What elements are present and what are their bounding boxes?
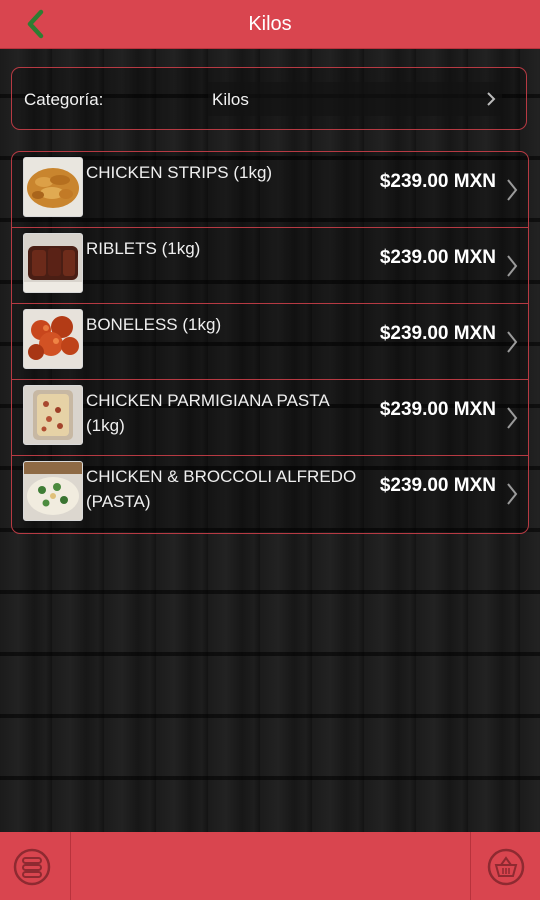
- product-row[interactable]: BONELESS (1kg) $239.00 MXN: [12, 304, 528, 380]
- chevron-right-icon: [507, 483, 518, 505]
- divider: [70, 832, 71, 900]
- basket-icon: [487, 848, 525, 886]
- product-price: $239.00 MXN: [379, 399, 496, 420]
- menu-stack-icon: [13, 848, 51, 886]
- parmigiana-pasta-photo: [23, 385, 83, 445]
- product-price: $239.00 MXN: [379, 247, 496, 268]
- product-name: CHICKEN & BROCCOLI ALFREDO (PASTA): [86, 467, 357, 511]
- chicken-strips-photo: [23, 157, 83, 217]
- category-value: Kilos: [212, 90, 249, 109]
- product-row[interactable]: CHICKEN STRIPS (1kg) $239.00 MXN: [12, 152, 528, 228]
- product-list: CHICKEN STRIPS (1kg) $239.00 MXN RIBLETS…: [11, 151, 529, 534]
- chevron-right-icon: [507, 179, 518, 201]
- boneless-photo: [23, 309, 83, 369]
- chevron-right-icon: [507, 331, 518, 353]
- chevron-right-icon: [487, 92, 496, 106]
- chevron-right-icon: [507, 255, 518, 277]
- product-price: $239.00 MXN: [379, 475, 496, 496]
- alfredo-pasta-photo: [23, 461, 83, 521]
- top-bar: Kilos: [0, 0, 540, 49]
- cart-button[interactable]: [486, 847, 526, 887]
- category-dropdown[interactable]: Kilos: [208, 82, 502, 116]
- chevron-right-icon: [507, 407, 518, 429]
- product-name: BONELESS (1kg): [86, 315, 222, 334]
- menu-button[interactable]: [12, 847, 52, 887]
- category-label: Categoría:: [24, 90, 104, 109]
- page-title: Kilos: [248, 13, 292, 35]
- product-row[interactable]: CHICKEN & BROCCOLI ALFREDO (PASTA) $239.…: [12, 456, 528, 533]
- riblets-photo: [23, 233, 83, 293]
- product-name: RIBLETS (1kg): [86, 239, 201, 258]
- divider: [470, 832, 471, 900]
- product-row[interactable]: CHICKEN PARMIGIANA PASTA (1kg) $239.00 M…: [12, 380, 528, 456]
- product-name: CHICKEN STRIPS (1kg): [86, 163, 273, 182]
- product-price: $239.00 MXN: [379, 323, 496, 344]
- bottom-bar: [0, 832, 540, 900]
- product-name: CHICKEN PARMIGIANA PASTA (1kg): [86, 391, 329, 435]
- product-price: $239.00 MXN: [379, 171, 496, 192]
- category-selector: Categoría: Kilos: [11, 67, 527, 130]
- product-row[interactable]: RIBLETS (1kg) $239.00 MXN: [12, 228, 528, 304]
